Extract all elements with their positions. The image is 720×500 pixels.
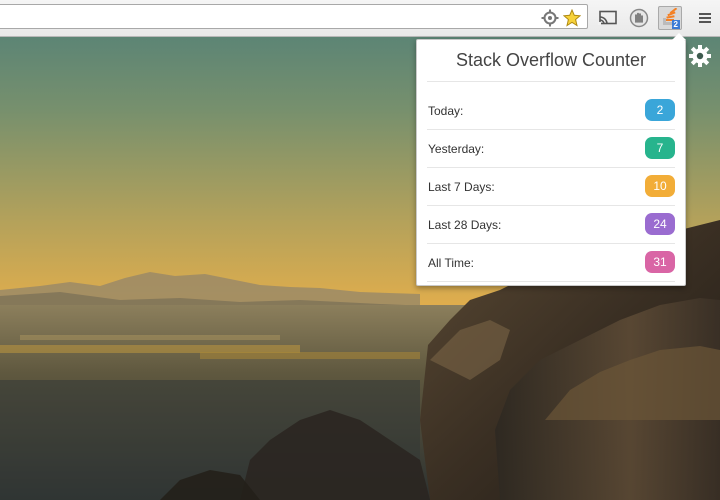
stat-label: Yesterday:: [428, 142, 485, 156]
browser-toolbar: 2: [0, 0, 720, 37]
count-badge: 31: [645, 251, 675, 273]
stats-list: Today: 2 Yesterday: 7 Last 7 Days: 10 La…: [427, 92, 675, 282]
count-badge: 2: [645, 99, 675, 121]
extension-badge: 2: [671, 20, 680, 29]
chrome-menu-icon[interactable]: [693, 6, 717, 30]
stat-row-last-7-days: Last 7 Days: 10: [427, 168, 675, 206]
popup-arrow: [672, 33, 686, 40]
stat-label: All Time:: [428, 256, 475, 270]
ad-block-hand-icon[interactable]: [627, 6, 651, 30]
popup-title: Stack Overflow Counter: [427, 46, 675, 82]
stat-row-all-time: All Time: 31: [427, 244, 675, 282]
gear-icon[interactable]: [688, 44, 712, 68]
location-target-icon[interactable]: [541, 9, 559, 27]
stat-row-yesterday: Yesterday: 7: [427, 130, 675, 168]
stat-label: Last 28 Days:: [428, 218, 502, 232]
stat-row-today: Today: 2: [427, 92, 675, 130]
stack-overflow-counter-popup: Stack Overflow Counter Today: 2 Yesterda…: [416, 33, 686, 286]
count-badge: 10: [645, 175, 675, 197]
stat-label: Last 7 Days:: [428, 180, 495, 194]
stat-row-last-28-days: Last 28 Days: 24: [427, 206, 675, 244]
stack-overflow-counter-icon[interactable]: 2: [658, 6, 682, 30]
cast-icon[interactable]: [596, 6, 620, 30]
stat-label: Today:: [428, 104, 464, 118]
address-bar[interactable]: [0, 4, 588, 29]
bookmark-star-icon[interactable]: [562, 8, 582, 27]
count-badge: 24: [645, 213, 675, 235]
count-badge: 7: [645, 137, 675, 159]
